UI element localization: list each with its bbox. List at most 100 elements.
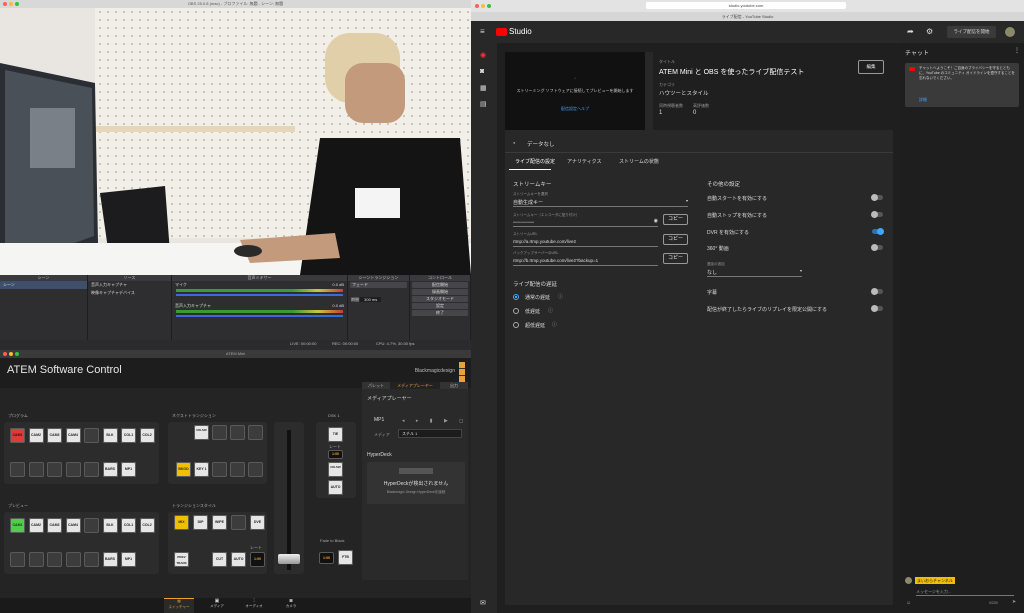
next-transition-on-air-button[interactable]: ON AIR [194,425,209,440]
program-input-button[interactable] [47,462,62,477]
preview-cam4-button[interactable]: CAM4 [65,518,81,533]
tab-palette[interactable]: パレット [362,382,390,389]
maximize-icon[interactable] [15,352,19,356]
menu-icon[interactable]: ≡ [480,27,485,36]
preview-input-button[interactable] [10,552,25,567]
preview-input-button[interactable] [84,552,99,567]
volume-slider[interactable] [176,294,343,296]
tab-stream-health[interactable]: ストリームの状態 [619,158,659,165]
minimize-icon[interactable] [481,4,485,8]
live-icon[interactable]: ◉ [480,51,486,59]
preview-input-button[interactable] [65,552,81,567]
studio-mode-button[interactable]: スタジオモード [412,296,468,302]
dsk-rate-display[interactable]: 1:00 [328,450,343,459]
copy-key-button[interactable]: コピー [663,214,688,225]
stinger-button[interactable] [231,515,246,530]
edit-button[interactable]: 編集 [858,60,884,74]
program-cam1-button[interactable]: CAM1 [10,428,25,443]
share-icon[interactable]: ➦ [907,27,914,36]
tab-output[interactable]: 出力 [440,382,468,389]
program-cam4-button[interactable]: CAM4 [65,428,81,443]
copy-backup-button[interactable]: コピー [663,253,688,264]
help-icon[interactable]: ⓘ [548,307,553,314]
t-bar-handle[interactable] [278,554,300,564]
duration-input[interactable]: 300 ms [360,297,382,302]
360-video-toggle[interactable] [871,244,883,251]
preview-input-button[interactable] [28,552,44,567]
latency-low-radio[interactable] [513,308,519,314]
program-input-button[interactable] [84,428,99,443]
camera-icon[interactable]: ◙ [480,68,484,75]
content-icon[interactable]: ▤ [480,100,487,108]
program-col1-button[interactable]: COL1 [121,428,136,443]
copy-url-button[interactable]: コピー [663,234,688,245]
help-icon[interactable]: ⓘ [552,321,557,328]
wipe-button[interactable]: WIPE [212,515,227,530]
tab-stream-settings[interactable]: ライブ配信の設定 [515,158,555,165]
captions-toggle[interactable] [871,288,883,295]
auto-start-toggle[interactable] [871,194,883,201]
tab-media-player[interactable]: メディアプレーヤー [390,382,440,389]
stream-key-field[interactable]: •••••••••••••••••••• ◉ [513,216,658,227]
nav-switcher[interactable]: ✲ スイッチャー [164,598,194,613]
program-bars-button[interactable]: BARS [102,462,118,477]
preview-mp1-button[interactable]: MP1 [121,552,136,567]
preview-cam1-button[interactable]: CAM1 [10,518,25,533]
program-blk-button[interactable]: BLK [102,428,118,443]
preview-col2-button[interactable]: COL2 [139,518,155,533]
preview-blk-button[interactable]: BLK [102,518,118,533]
mix-button[interactable]: MIX [174,515,189,530]
browser-tab[interactable]: ライブ配信 - YouTube Studio [471,12,1024,21]
ftb-rate-display[interactable]: 1:00 [319,552,334,564]
avatar[interactable] [1005,27,1015,37]
stream-url-field[interactable]: rtmp://a.rtmp.youtube.com/live2 [513,236,658,247]
go-live-button[interactable]: ライブ配信を開始 [947,26,996,38]
backup-url-field[interactable]: rtmp://b.rtmp.youtube.com/live2?backup=1 [513,255,658,266]
tab-analytics[interactable]: アナリティクス [567,158,601,165]
transition-select[interactable]: フェード [350,282,407,288]
preview-bars-button[interactable]: BARS [102,552,118,567]
emoji-icon[interactable]: ☺ [906,600,911,606]
nav-media[interactable]: ▣ メディア [203,598,231,613]
dve-button[interactable]: DVE [250,515,265,530]
bkgd-button[interactable]: BKGD [176,462,191,477]
key1-button[interactable]: KEY 1 [194,462,209,477]
ftb-button[interactable]: FTB [338,550,353,565]
more-icon[interactable]: ⋮ [1014,47,1020,54]
program-input-button[interactable] [65,462,81,477]
key-button[interactable] [230,462,245,477]
preview-cam3-button[interactable]: CAM3 [47,518,62,533]
program-mp1-button[interactable]: MP1 [121,462,136,477]
cut-button[interactable]: CUT [212,552,227,567]
dsk-auto-button[interactable]: AUTO [328,480,343,495]
address-bar[interactable]: studio.youtube.com [646,2,846,9]
delay-select[interactable]: なし ▾ [707,266,802,277]
latency-normal-radio[interactable] [513,294,519,300]
latency-ultra-low-radio[interactable] [513,322,519,328]
scene-item[interactable]: シーン [0,281,87,289]
minimize-icon[interactable] [9,2,13,6]
preview-input-button[interactable] [84,518,99,533]
dsk-tie-button[interactable]: TIE [328,427,343,442]
help-link[interactable]: 配信設定ヘルプ [505,106,645,112]
rate-display[interactable]: 1:00 [250,552,265,567]
prev-trans-button[interactable]: PREV TRANS [174,552,189,567]
preview-cam2-button[interactable]: CAM2 [28,518,44,533]
close-icon[interactable] [475,4,479,8]
key-button[interactable] [248,425,263,440]
maximize-icon[interactable] [15,2,19,6]
volume-slider[interactable] [176,315,343,317]
studio-logo[interactable]: Studio [509,27,532,36]
dip-button[interactable]: DIP [193,515,208,530]
help-icon[interactable]: ⓘ [558,293,563,300]
unlisted-replay-toggle[interactable] [871,305,883,312]
program-input-button[interactable] [28,462,44,477]
settings-button[interactable]: 設定 [412,303,468,309]
exit-button[interactable]: 終了 [412,310,468,316]
preview-col1-button[interactable]: COL1 [121,518,136,533]
preview-input-button[interactable] [47,552,62,567]
calendar-icon[interactable]: ▦ [480,84,487,92]
feedback-icon[interactable]: ✉ [480,599,486,607]
send-icon[interactable]: ➤ [1012,599,1016,605]
auto-stop-toggle[interactable] [871,211,883,218]
